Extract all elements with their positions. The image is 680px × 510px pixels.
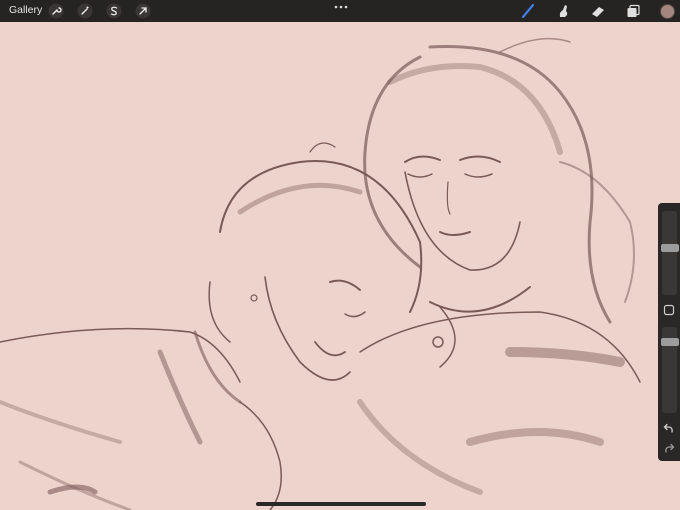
modify-button-icon[interactable] (662, 303, 676, 317)
drawing-canvas[interactable] (0, 22, 680, 510)
transform-icon[interactable] (135, 3, 151, 19)
smudge-icon[interactable] (556, 3, 572, 19)
opacity-slider[interactable] (661, 327, 679, 413)
wrench-icon[interactable] (48, 3, 64, 19)
undo-icon[interactable] (662, 421, 676, 435)
redo-icon[interactable] (662, 441, 676, 455)
opacity-thumb[interactable] (661, 338, 679, 346)
brush-sidebar (658, 203, 680, 461)
more-options-icon[interactable] (333, 2, 349, 12)
top-toolbar: Gallery (0, 0, 680, 22)
brush-size-thumb[interactable] (661, 244, 679, 252)
selection-icon[interactable] (106, 3, 122, 19)
home-indicator[interactable] (256, 502, 426, 506)
color-picker-button[interactable] (660, 4, 675, 19)
brush-size-slider[interactable] (661, 211, 679, 295)
magic-wand-icon[interactable] (77, 3, 93, 19)
layers-icon[interactable] (625, 3, 641, 19)
eraser-icon[interactable] (590, 3, 606, 19)
gallery-button[interactable]: Gallery (9, 4, 42, 16)
brush-icon[interactable] (520, 3, 536, 19)
